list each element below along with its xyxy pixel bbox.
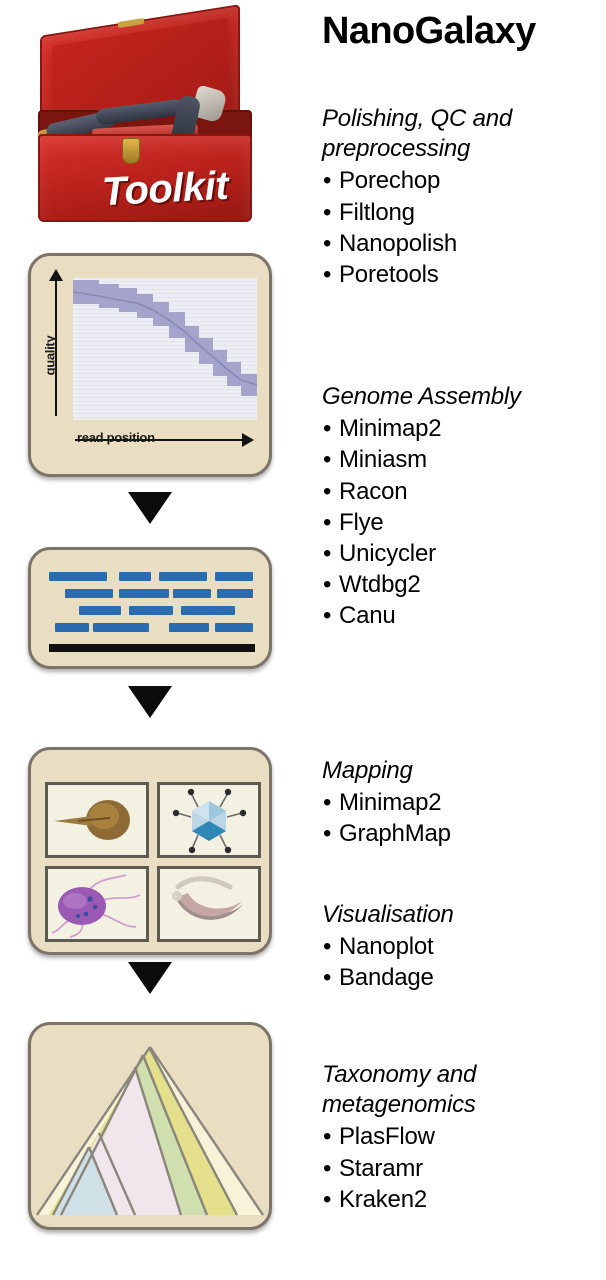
section-heading: Genome Assembly (322, 383, 521, 410)
section-mapping: Mapping Minimap2 GraphMap (322, 756, 606, 850)
list-item: Kraken2 (322, 1184, 606, 1215)
list-item: Staramr (322, 1153, 606, 1184)
read-segment (119, 589, 169, 598)
read-segment (119, 572, 151, 581)
list-item: Miniasm (322, 444, 606, 475)
tool-list: Minimap2 GraphMap (322, 787, 606, 850)
quality-x-axis-label: read position (77, 430, 155, 445)
read-segment (55, 623, 89, 632)
bacillus-organism-icon (157, 866, 261, 942)
quality-y-axis-label: quality (42, 335, 58, 376)
read-segment (129, 606, 173, 615)
tool-list: Porechop Filtlong Nanopolish Poretools (322, 165, 606, 290)
mapping-panel (28, 747, 272, 955)
list-item: Minimap2 (322, 787, 606, 818)
read-segment (79, 606, 121, 615)
read-segment (65, 589, 113, 598)
contig-bar (49, 644, 255, 652)
page-title: NanoGalaxy (322, 10, 536, 52)
list-item: Unicycler (322, 538, 606, 569)
tool-list: Nanoplot Bandage (322, 931, 606, 994)
list-item: Racon (322, 476, 606, 507)
read-segment (181, 606, 235, 615)
toolbox-label: Toolkit (100, 163, 230, 215)
text-column: NanoGalaxy Polishing, QC and preprocessi… (318, 0, 606, 1280)
krona-triangle-chart (36, 1046, 264, 1216)
assembly-panel (28, 547, 272, 669)
list-item: Porechop (322, 165, 606, 196)
section-visualisation: Visualisation Nanoplot Bandage (322, 900, 606, 994)
section-heading: Taxonomy and metagenomics (322, 1061, 477, 1119)
quality-plot-panel: quality read position (28, 253, 272, 477)
virus-organism-icon (157, 782, 261, 858)
read-segment (49, 572, 107, 581)
section-genome-assembly: Genome Assembly Minimap2 Miniasm Racon F… (322, 382, 606, 632)
pipeline-arrow-1 (128, 492, 172, 524)
toolbox-illustration: Toolkit (22, 4, 278, 229)
list-item: Flye (322, 507, 606, 538)
list-item: PlasFlow (322, 1121, 606, 1152)
flagellate-organism-icon (45, 866, 149, 942)
quality-plot-area (73, 278, 257, 420)
list-item: Bandage (322, 962, 606, 993)
read-segment (93, 623, 149, 632)
list-item: Poretools (322, 259, 606, 290)
read-segment (217, 589, 253, 598)
section-heading: Mapping (322, 757, 413, 784)
quality-band-chart (73, 278, 257, 420)
section-polishing: Polishing, QC and preprocessing Porechop… (322, 104, 606, 290)
pipeline-column: Toolkit quality read position (0, 0, 300, 1280)
read-segment (215, 623, 253, 632)
toolbox-latch-icon (122, 138, 140, 164)
section-taxonomy: Taxonomy and metagenomics PlasFlow Stara… (322, 1060, 606, 1215)
section-heading: Polishing, QC and preprocessing (322, 105, 513, 163)
read-segment (159, 572, 207, 581)
list-item: Minimap2 (322, 413, 606, 444)
read-segment (173, 589, 211, 598)
list-item: Nanoplot (322, 931, 606, 962)
taxonomy-panel (28, 1022, 272, 1230)
list-item: Nanopolish (322, 228, 606, 259)
pipeline-arrow-3 (128, 962, 172, 994)
sperm-organism-icon (45, 782, 149, 858)
read-segment (169, 623, 209, 632)
list-item: Wtdbg2 (322, 569, 606, 600)
list-item: Filtlong (322, 197, 606, 228)
list-item: GraphMap (322, 818, 606, 849)
tool-list: Minimap2 Miniasm Racon Flye Unicycler Wt… (322, 413, 606, 632)
tool-list: PlasFlow Staramr Kraken2 (322, 1121, 606, 1215)
read-segment (215, 572, 253, 581)
section-heading: Visualisation (322, 901, 454, 928)
list-item: Canu (322, 600, 606, 631)
pipeline-arrow-2 (128, 686, 172, 718)
